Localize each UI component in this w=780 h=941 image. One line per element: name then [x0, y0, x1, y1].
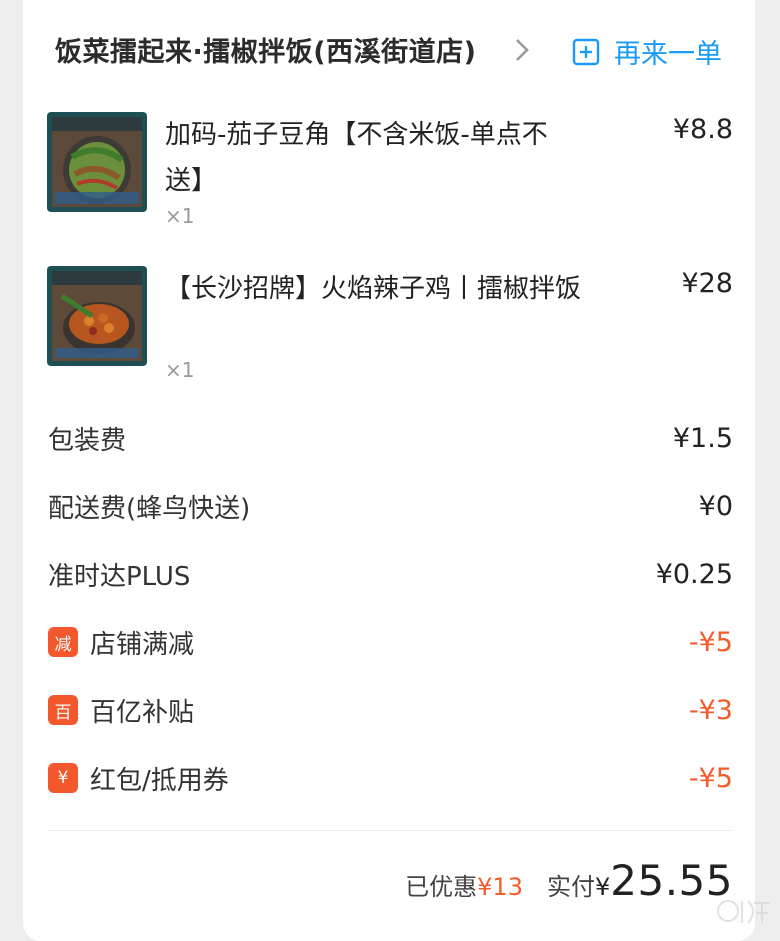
dish-image[interactable]: [47, 112, 147, 212]
fee-label: 包装费: [48, 425, 127, 456]
reorder-button[interactable]: 再来一单: [572, 32, 722, 71]
discount-total-value: ¥13: [477, 873, 523, 901]
discount-row-subsidy: 百 百亿补贴 -¥3: [23, 688, 755, 732]
discount-row-store: 减 店铺满减 -¥5: [23, 620, 755, 664]
item-price: ¥28: [681, 268, 733, 299]
fee-label: 准时达PLUS: [48, 561, 191, 592]
discount-value: -¥5: [688, 762, 733, 794]
fee-value: ¥1.5: [672, 422, 733, 454]
discount-tag: ¥: [48, 763, 78, 793]
reorder-label: 再来一单: [614, 39, 722, 70]
watermark-logo: [717, 900, 770, 924]
dish-image[interactable]: [47, 266, 147, 366]
item-quantity: ×1: [165, 204, 195, 228]
item-name: 【长沙招牌】火焰辣子鸡丨擂椒拌饭: [165, 274, 582, 304]
discount-row-coupon: ¥ 红包/抵用券 -¥5: [23, 756, 755, 800]
discount-label-text: 店铺满减: [90, 629, 195, 660]
discount-label-text: 红包/抵用券: [90, 765, 229, 796]
divider: [48, 830, 733, 831]
shop-header: 饭菜擂起来·擂椒拌饭(西溪街道店) 再来一单: [23, 0, 755, 100]
discount-label: 减 店铺满减: [48, 624, 194, 661]
discount-label: 百 百亿补贴: [48, 692, 194, 729]
item-price: ¥8.8: [672, 114, 733, 145]
fee-row-ontime-plus: 准时达PLUS ¥0.25: [23, 552, 755, 596]
fee-label: 配送费(蜂鸟快送): [48, 493, 251, 524]
discount-tag: 百: [48, 695, 78, 725]
item-quantity: ×1: [165, 358, 195, 382]
chevron-right-icon[interactable]: [510, 36, 534, 64]
payment-summary: 已优惠 ¥13 实付 ¥ 25.55: [405, 856, 733, 905]
discount-value: -¥5: [688, 626, 733, 658]
currency-symbol: ¥: [594, 873, 611, 901]
plus-square-icon: [572, 38, 600, 65]
fee-row-delivery: 配送费(蜂鸟快送) ¥0: [23, 484, 755, 528]
order-card: 饭菜擂起来·擂椒拌饭(西溪街道店) 再来一单 加码-茄子豆角【不含米饭-单点不送…: [23, 0, 755, 941]
discount-label: ¥ 红包/抵用券: [48, 760, 229, 797]
discount-tag: 减: [48, 627, 78, 657]
discount-value: -¥3: [688, 694, 733, 726]
item-name: 加码-茄子豆角【不含米饭-单点不送】: [165, 120, 548, 196]
fee-row-packaging: 包装费 ¥1.5: [23, 416, 755, 460]
shop-name[interactable]: 饭菜擂起来·擂椒拌饭(西溪街道店): [55, 30, 476, 69]
discount-label-text: 百亿补贴: [90, 697, 195, 728]
fee-value: ¥0: [698, 490, 733, 522]
paid-label: 实付: [546, 873, 595, 901]
discount-total-label: 已优惠: [405, 873, 478, 901]
fee-value: ¥0.25: [655, 558, 733, 590]
